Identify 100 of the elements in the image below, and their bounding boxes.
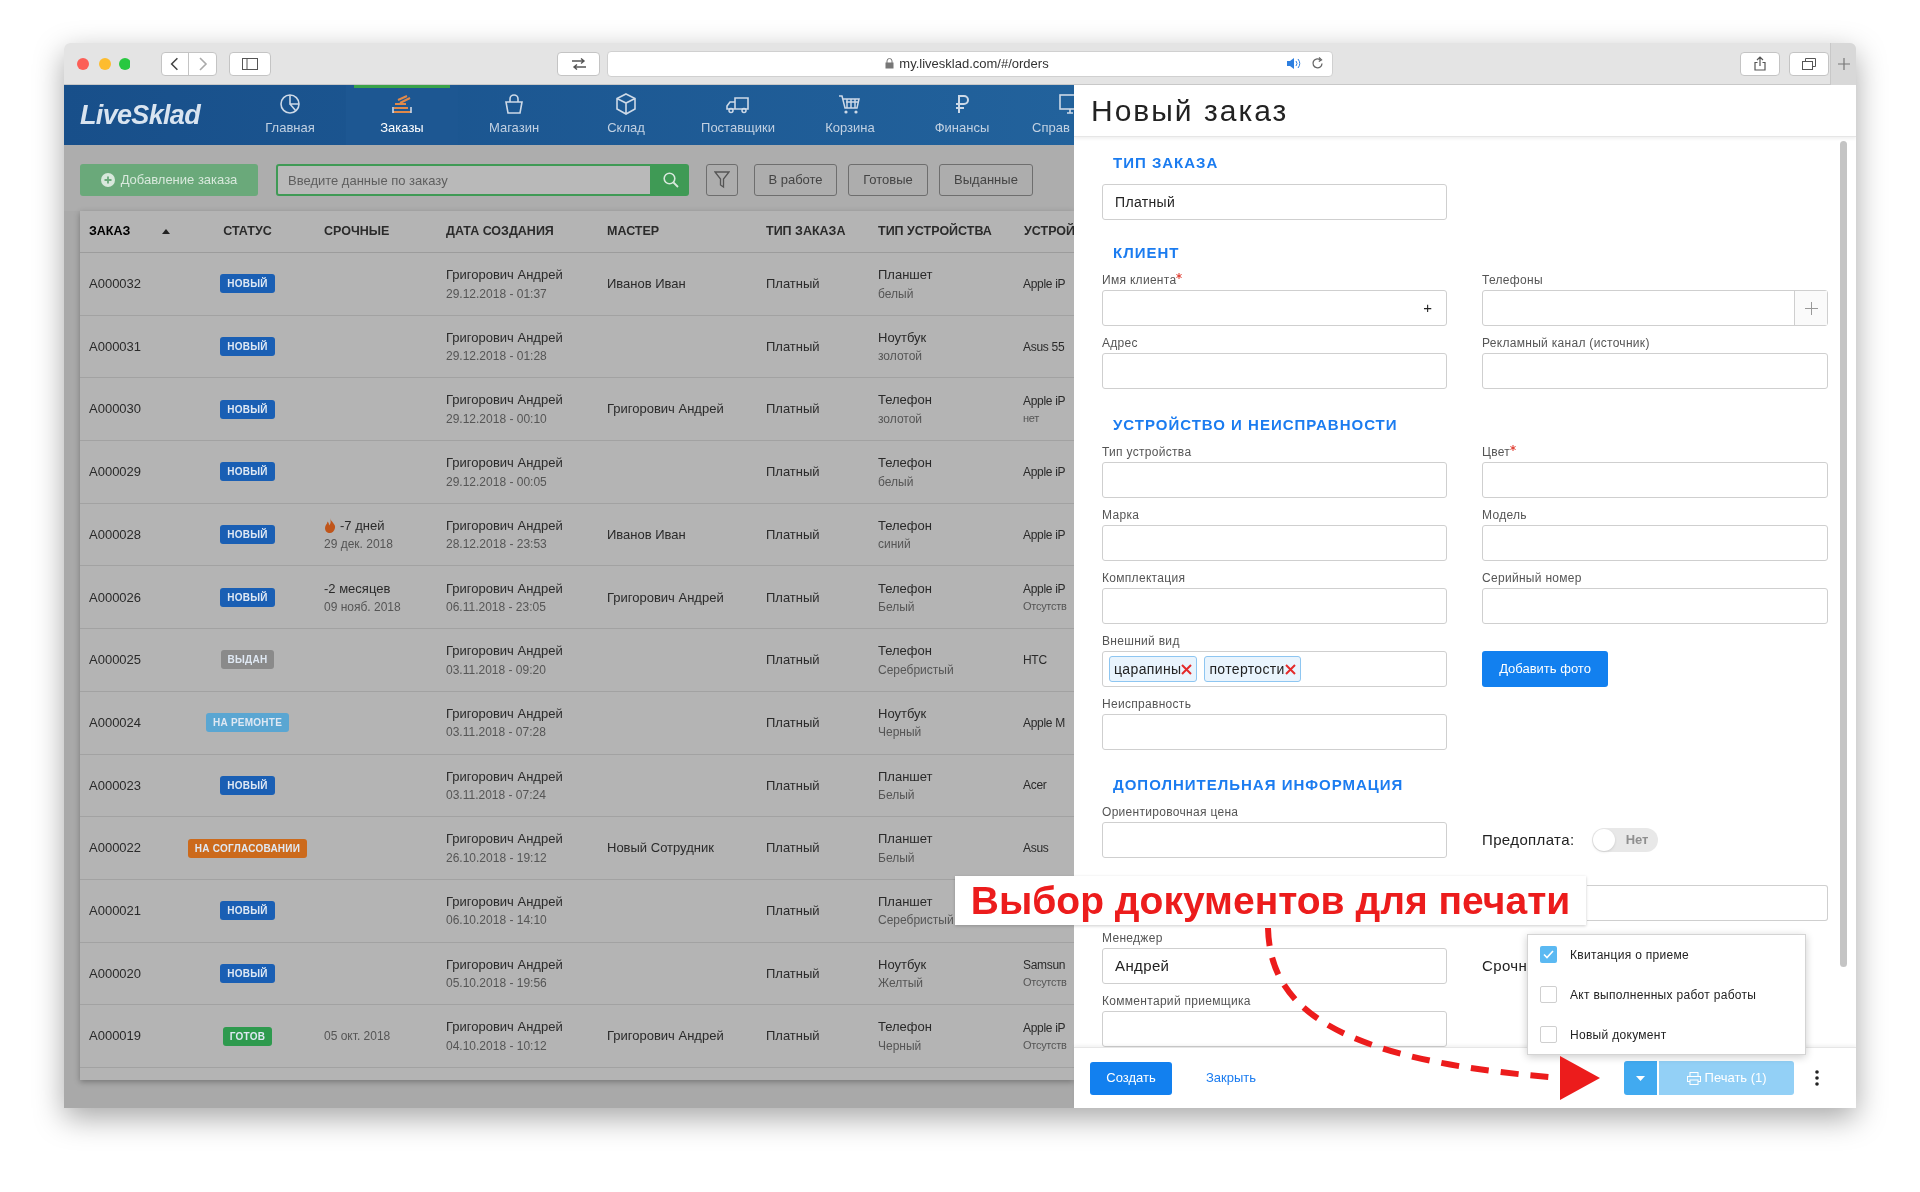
filter-chip[interactable]: В работе	[754, 164, 837, 196]
filter-chip[interactable]: Готовые	[848, 164, 928, 196]
input-field[interactable]	[1102, 714, 1447, 750]
table-cell-text: A000022	[89, 839, 143, 858]
input-field[interactable]	[1482, 462, 1828, 498]
filter-button[interactable]	[706, 164, 738, 196]
sidebar-icon	[242, 57, 258, 70]
remove-icon[interactable]	[1181, 663, 1193, 675]
scrollbar[interactable]	[1840, 141, 1847, 967]
table-cell-text: Григорович Андрей	[446, 892, 564, 911]
add-phone-button[interactable]	[1794, 291, 1827, 325]
nav-tab[interactable]: Главная	[234, 85, 346, 145]
plus-circle-icon	[100, 173, 115, 187]
annotation-text: Выбор документов для печати	[970, 881, 1571, 920]
nav-tab[interactable]: Склад	[570, 85, 682, 145]
menu-item[interactable]: Акт выполненных работ работы	[1540, 979, 1805, 1010]
input-field[interactable]	[1102, 1011, 1447, 1047]
remove-icon[interactable]	[1284, 663, 1296, 675]
field-label: Адрес	[1102, 334, 1138, 352]
close-link[interactable]: Закрыть	[1206, 1068, 1257, 1088]
sidebar-button[interactable]	[229, 51, 271, 76]
tab-switch-button[interactable]	[557, 51, 600, 76]
input-field[interactable]	[1102, 525, 1447, 561]
menu-item[interactable]: Новый документ	[1540, 1019, 1805, 1050]
column-header[interactable]: ДАТА СОЗДАНИЯ	[446, 222, 554, 241]
table-cell-text: A000032	[89, 275, 143, 294]
column-header[interactable]: СТАТУС	[223, 222, 272, 241]
status-badge: НОВЫЙ	[220, 462, 275, 482]
search-field[interactable]: Введите данные по заказу	[276, 164, 652, 196]
table-cell-text: Телефон	[878, 579, 933, 598]
device-color: Серебристый	[878, 661, 955, 679]
filter-chip[interactable]: Выданные	[939, 164, 1033, 196]
nav-tab[interactable]: Магазин	[458, 85, 570, 145]
dropdown-toggle-button[interactable]	[1624, 1061, 1658, 1095]
share-button[interactable]	[1740, 51, 1780, 76]
device-color: белый	[878, 473, 915, 491]
more-icon[interactable]	[1815, 1070, 1820, 1086]
order-type-select[interactable]: Платный	[1102, 184, 1447, 220]
input-field[interactable]	[1587, 885, 1828, 921]
created-date: 06.11.2018 - 23:05	[446, 599, 547, 617]
create-button[interactable]: Создать	[1090, 1061, 1172, 1095]
window-controls-icon[interactable]	[76, 56, 130, 71]
checkbox[interactable]	[1540, 986, 1557, 1003]
menu-item[interactable]: Квитанция о приеме	[1540, 939, 1805, 970]
address-bar[interactable]: my.livesklad.com/#/orders	[607, 50, 1333, 77]
add-text[interactable]: +	[1423, 296, 1446, 320]
reload-icon[interactable]	[1311, 57, 1324, 70]
column-header[interactable]: ЗАКАЗ	[89, 222, 131, 241]
table-cell-text: A000031	[89, 337, 143, 356]
sort-arrow-icon[interactable]	[162, 229, 171, 234]
table-cell-text: Планшет	[878, 830, 934, 849]
table-cell-text: Платный	[766, 400, 821, 419]
tabs-button[interactable]	[1789, 51, 1829, 76]
column-header[interactable]: УСТРОЙ	[1024, 222, 1074, 241]
table-cell-text: Телефон	[878, 516, 933, 535]
table-cell-text: Apple iP	[1023, 392, 1067, 410]
device-color: Черный	[878, 724, 923, 742]
logo[interactable]: LiveSklad	[80, 94, 200, 136]
field-label: Марка	[1102, 506, 1140, 524]
input-field[interactable]	[1102, 462, 1447, 498]
created-date: 03.11.2018 - 07:28	[446, 724, 547, 742]
table-cell-text: Ноутбук	[878, 704, 928, 723]
add-photo-button[interactable]: Добавить фото	[1482, 651, 1608, 687]
nav-tab[interactable]: Финансы	[906, 85, 1018, 145]
column-header[interactable]: ТИП УСТРОЙСТВА	[878, 222, 992, 241]
nav-tab[interactable]: Корзина	[794, 85, 906, 145]
input-field[interactable]	[1482, 353, 1828, 389]
table-cell-text: A000028	[89, 525, 143, 544]
input-field[interactable]: +	[1102, 290, 1447, 326]
checkbox[interactable]	[1540, 946, 1557, 963]
status-badge: НОВЫЙ	[220, 901, 275, 921]
table-cell-text: A000024	[89, 713, 143, 732]
search-button[interactable]	[652, 164, 689, 196]
status-badge: НОВЫЙ	[220, 337, 275, 357]
nav-tab[interactable]: Справ	[1018, 85, 1074, 145]
device-color: Серебристый	[878, 912, 955, 930]
table-cell-text: Григорович Андрей	[446, 391, 564, 410]
input-field[interactable]	[1102, 588, 1447, 624]
table-cell-text: A000030	[89, 400, 143, 419]
nav-tab[interactable]: Поставщики	[682, 85, 794, 145]
column-header[interactable]: МАСТЕР	[607, 222, 660, 241]
table-cell-text: Платный	[766, 525, 821, 544]
due-date: 09 нояб. 2018	[324, 599, 402, 617]
pie-chart-icon	[278, 92, 302, 117]
input-field[interactable]	[1482, 290, 1828, 326]
tags-field[interactable]: царапины потертости	[1102, 651, 1447, 687]
speaker-icon[interactable]	[1286, 57, 1302, 70]
created-date: 06.10.2018 - 14:10	[446, 912, 548, 930]
input-field[interactable]	[1102, 822, 1447, 858]
search-icon	[662, 172, 679, 188]
input-field[interactable]	[1482, 588, 1828, 624]
input-field[interactable]: Андрей	[1102, 948, 1447, 984]
field-label: Комментарий приемщика	[1102, 992, 1251, 1010]
table-cell-text: Платный	[766, 588, 821, 607]
column-header[interactable]: ТИП ЗАКАЗА	[766, 222, 846, 241]
input-field[interactable]	[1102, 353, 1447, 389]
field-label: Телефоны	[1482, 271, 1543, 289]
column-header[interactable]: СРОЧНЫЕ	[324, 222, 390, 241]
input-field[interactable]	[1482, 525, 1828, 561]
checkbox[interactable]	[1540, 1026, 1557, 1043]
